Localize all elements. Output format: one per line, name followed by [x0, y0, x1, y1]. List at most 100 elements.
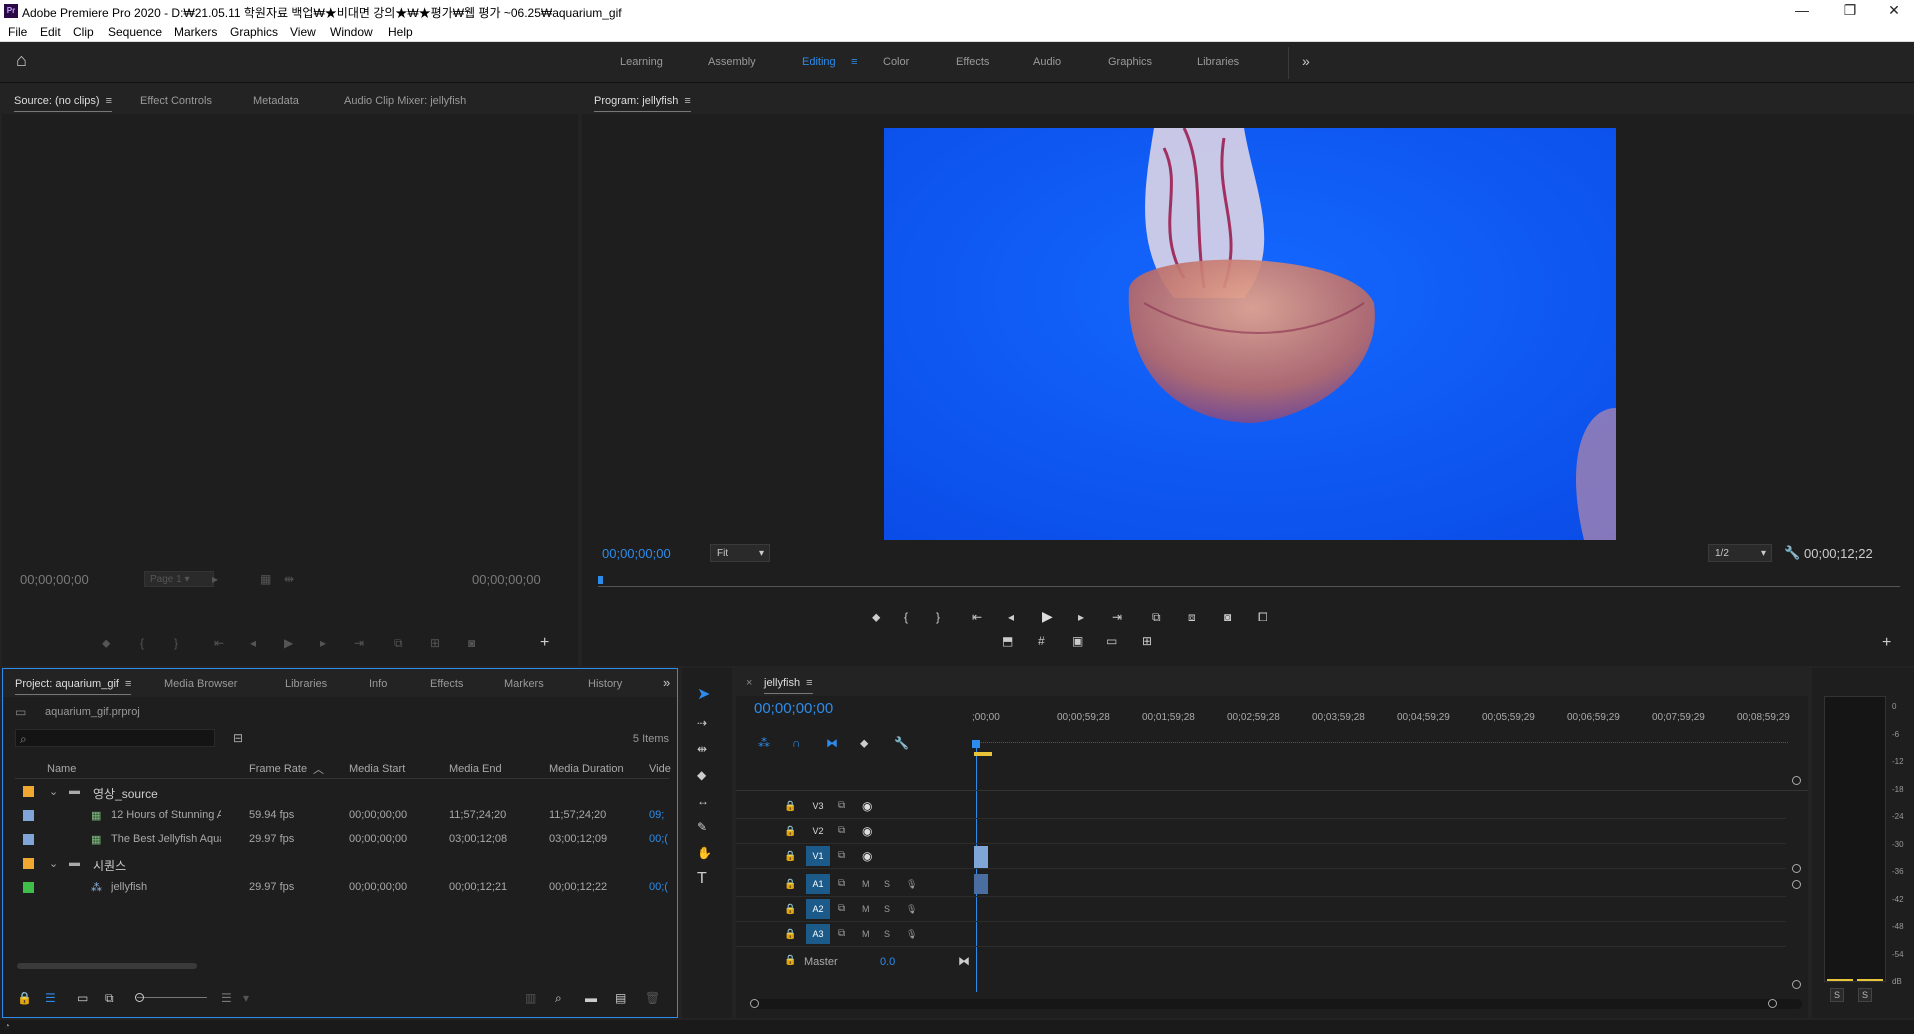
- drag-handle-icon[interactable]: ⇹: [284, 572, 294, 586]
- tab-metadata[interactable]: Metadata: [253, 95, 299, 107]
- workspace-assembly[interactable]: Assembly: [708, 56, 756, 68]
- go-to-out-icon[interactable]: ⇥: [1112, 610, 1122, 624]
- ripple-edit-tool-icon[interactable]: ⇹: [697, 742, 707, 756]
- add-marker-icon[interactable]: ⬥: [872, 610, 880, 624]
- timeline-settings-icon[interactable]: 🔧: [894, 736, 909, 750]
- find-icon[interactable]: ⌕: [555, 991, 562, 1005]
- eye-icon[interactable]: ◉: [862, 799, 872, 813]
- new-bin-icon[interactable]: ▬: [585, 991, 597, 1005]
- microphone-icon[interactable]: 🎙: [906, 927, 917, 941]
- tab-program[interactable]: Program: jellyfish ≡: [594, 95, 691, 112]
- track-target-a1[interactable]: A1: [806, 874, 830, 894]
- list-item[interactable]: ⌄ ▬ 시퀀스: [15, 853, 669, 873]
- column-media-start[interactable]: Media Start: [349, 763, 405, 775]
- project-search-input[interactable]: ⌕: [15, 729, 215, 747]
- more-workspaces-icon[interactable]: »: [1302, 53, 1310, 69]
- playhead-marker[interactable]: [598, 576, 603, 584]
- zoom-select[interactable]: Fit ▾: [710, 544, 770, 562]
- add-marker-icon[interactable]: ⬥: [860, 736, 868, 750]
- extract-icon[interactable]: ⧈: [1188, 610, 1196, 624]
- label-color-swatch[interactable]: [23, 858, 34, 869]
- nest-icon[interactable]: ⁂: [758, 736, 770, 750]
- restore-button[interactable]: ❐: [1830, 2, 1870, 19]
- workspace-effects[interactable]: Effects: [956, 56, 989, 68]
- comparison-view-icon[interactable]: ⧠: [1258, 610, 1268, 624]
- mute-button[interactable]: M: [862, 927, 870, 941]
- insert-icon[interactable]: ⧉: [394, 636, 403, 650]
- snap-icon[interactable]: ∩: [792, 736, 801, 750]
- tab-info[interactable]: Info: [369, 678, 387, 690]
- master-volume-value[interactable]: 0.0: [880, 956, 895, 968]
- program-scrubber[interactable]: [598, 576, 1900, 590]
- zoom-slider[interactable]: [137, 997, 207, 998]
- chevron-down-icon[interactable]: ▾: [243, 991, 249, 1005]
- column-name[interactable]: Name: [47, 763, 76, 775]
- menu-edit[interactable]: Edit: [40, 25, 61, 39]
- tab-source[interactable]: Source: (no clips) ≡: [14, 95, 113, 112]
- mute-button[interactable]: M: [862, 902, 870, 916]
- eye-icon[interactable]: ◉: [862, 824, 872, 838]
- menu-file[interactable]: File: [8, 25, 27, 39]
- sort-ascending-icon[interactable]: ︿: [313, 761, 324, 777]
- workspace-menu-icon[interactable]: ≡: [851, 56, 857, 68]
- multi-camera-icon[interactable]: ⊞: [1142, 634, 1152, 648]
- column-video[interactable]: Vide: [649, 763, 671, 775]
- export-frame-icon[interactable]: ◙: [1224, 610, 1231, 624]
- menu-markers[interactable]: Markers: [174, 25, 217, 39]
- overwrite-icon[interactable]: ⊞: [430, 636, 440, 650]
- mark-out-icon[interactable]: }: [174, 636, 178, 650]
- tab-media-browser[interactable]: Media Browser: [164, 678, 237, 690]
- workspace-libraries[interactable]: Libraries: [1197, 56, 1239, 68]
- wrench-icon[interactable]: 🔧: [1784, 546, 1800, 560]
- go-to-in-icon[interactable]: ⇤: [972, 610, 982, 624]
- close-sequence-icon[interactable]: ×: [746, 677, 752, 689]
- menu-window[interactable]: Window: [330, 25, 373, 39]
- track-lock-icon[interactable]: 🔒: [784, 928, 796, 942]
- tab-history[interactable]: History: [588, 678, 622, 690]
- new-search-bin-icon[interactable]: ⊟: [233, 731, 243, 745]
- project-panel-menu-icon[interactable]: ≡: [125, 678, 131, 690]
- solo-button[interactable]: S: [884, 902, 890, 916]
- video-zoom-handle-bottom[interactable]: [1792, 864, 1801, 873]
- list-view-icon[interactable]: ☰: [45, 991, 56, 1005]
- tab-libraries[interactable]: Libraries: [285, 678, 327, 690]
- sort-icon[interactable]: ☰: [221, 991, 232, 1005]
- mark-out-icon[interactable]: }: [936, 610, 940, 624]
- track-target-v2[interactable]: V2: [806, 821, 830, 841]
- add-button-icon[interactable]: +: [540, 635, 549, 651]
- step-forward-icon[interactable]: ▸: [320, 636, 326, 650]
- mark-in-icon[interactable]: {: [140, 636, 144, 650]
- add-button-icon[interactable]: +: [1882, 635, 1891, 651]
- work-area-bar[interactable]: [974, 752, 992, 756]
- solo-button[interactable]: S: [884, 927, 890, 941]
- label-color-swatch[interactable]: [23, 834, 34, 845]
- menu-help[interactable]: Help: [388, 25, 413, 39]
- automate-to-sequence-icon[interactable]: ▥: [525, 991, 536, 1005]
- microphone-icon[interactable]: 🎙: [906, 902, 917, 916]
- program-timecode-current[interactable]: 00;00;00;00: [602, 546, 671, 561]
- safe-margins-icon[interactable]: ▣: [1072, 634, 1083, 648]
- program-panel-menu-icon[interactable]: ≡: [684, 95, 690, 107]
- menu-clip[interactable]: Clip: [73, 25, 94, 39]
- label-color-swatch[interactable]: [23, 810, 34, 821]
- zoom-slider-handle[interactable]: [135, 993, 144, 1002]
- mute-button[interactable]: M: [862, 877, 870, 891]
- sync-lock-icon[interactable]: ⧉: [838, 824, 845, 838]
- new-item-icon[interactable]: ▤: [615, 991, 626, 1005]
- hand-tool-icon[interactable]: ✋: [697, 846, 712, 860]
- solo-left-button[interactable]: S: [1830, 988, 1844, 1002]
- scroll-handle-left[interactable]: [750, 999, 759, 1008]
- eye-icon[interactable]: ◉: [862, 849, 872, 863]
- sync-lock-icon[interactable]: ⧉: [838, 799, 845, 813]
- track-lock-icon[interactable]: 🔒: [784, 878, 796, 892]
- icon-view-icon[interactable]: ▭: [77, 991, 88, 1005]
- slip-tool-icon[interactable]: ↔: [697, 794, 709, 808]
- workspace-color[interactable]: Color: [883, 56, 909, 68]
- razor-tool-icon[interactable]: ◆: [697, 768, 706, 782]
- more-tabs-icon[interactable]: »: [663, 675, 670, 690]
- track-target-a3[interactable]: A3: [806, 924, 830, 944]
- play-icon[interactable]: ▶: [284, 636, 293, 650]
- mark-in-icon[interactable]: {: [904, 610, 908, 624]
- audio-zoom-handle-bottom[interactable]: [1792, 980, 1801, 989]
- workspace-learning[interactable]: Learning: [620, 56, 663, 68]
